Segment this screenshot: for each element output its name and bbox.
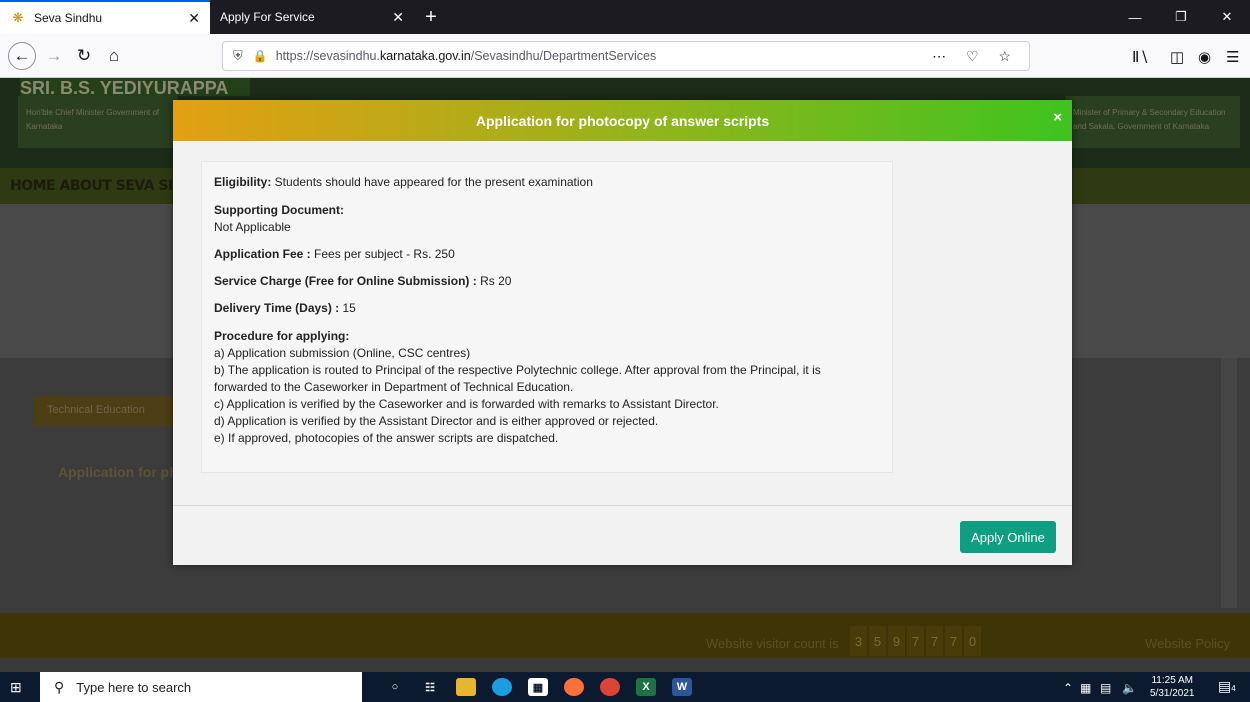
visitor-digit: 9 — [888, 626, 905, 656]
clock-time: 11:25 AM — [1151, 675, 1193, 686]
visitor-digit: 5 — [869, 626, 886, 656]
sidebar-icon[interactable]: ◫ — [1170, 48, 1184, 66]
close-window-icon[interactable]: ✕ — [1204, 0, 1250, 34]
visitor-digit: 7 — [907, 626, 924, 656]
network-icon[interactable]: ▤ — [1100, 681, 1111, 695]
taskbar-clock[interactable]: 11:25 AM 5/31/2021 — [1150, 674, 1195, 700]
procedure-step: forwarded to the Caseworker in Departmen… — [214, 380, 574, 394]
visitor-digit: 7 — [926, 626, 943, 656]
banner-left-name: SRI. B.S. YEDIYURAPPA — [20, 78, 250, 98]
browser-navbar: ← → ↻ ⌂ ⛨ 🔒 https://sevasindhu. karnataka… — [0, 34, 1250, 78]
banner-right-caption: Minister of Primary & Secondary Educatio… — [1065, 96, 1240, 148]
tab-close-icon[interactable]: ✕ — [188, 10, 200, 27]
notification-center-icon[interactable]: ▤4 — [1218, 678, 1236, 696]
task-view-icon[interactable]: ☷ — [420, 678, 440, 696]
department-tab[interactable]: Technical Education — [33, 396, 173, 426]
library-icon[interactable]: Ⅱ∖ — [1132, 48, 1149, 66]
lock-icon[interactable]: 🔒 — [253, 49, 268, 63]
application-fee-value: Fees per subject - Rs. 250 — [310, 247, 455, 261]
account-icon[interactable]: ◉ — [1198, 48, 1211, 66]
procedure-step: b) The application is routed to Principa… — [214, 363, 821, 377]
url-path: /Sevasindhu/DepartmentServices — [470, 49, 657, 63]
delivery-time-label: Delivery Time (Days) : — [214, 301, 340, 315]
banner-left-caption: Hon'ble Chief Minister Government of Kar… — [18, 96, 178, 148]
browser-tabbar: ❋ Seva Sindhu ✕ Apply For Service ✕ + — [0, 0, 1250, 34]
visitor-digit: 0 — [964, 626, 981, 656]
service-charge-value: Rs 20 — [476, 274, 512, 288]
tracking-shield-icon[interactable]: ⛨ — [233, 48, 243, 64]
website-policy-link[interactable]: Website Policy — [1145, 636, 1230, 651]
delivery-time-value: 15 — [339, 301, 356, 315]
visitor-count-label: Website visitor count is — [706, 636, 839, 651]
service-info-modal: Application for photocopy of answer scri… — [173, 100, 1072, 565]
eligibility-label: Eligibility: — [214, 175, 272, 189]
procedure-label: Procedure for applying: — [214, 329, 350, 343]
search-icon: ⚲ — [54, 678, 65, 695]
taskbar-search-placeholder: Type here to search — [76, 679, 192, 695]
procedure-step: d) Application is verified by the Assist… — [214, 414, 659, 428]
menu-icon[interactable]: ☰ — [1226, 48, 1239, 66]
edge-icon[interactable] — [492, 678, 512, 696]
eligibility-line: Eligibility: Students should have appear… — [214, 175, 593, 189]
procedure-step: e) If approved, photocopies of the answe… — [214, 431, 559, 445]
modal-close-icon[interactable]: × — [1053, 109, 1062, 126]
tab-apply-for-service[interactable]: Apply For Service ✕ — [210, 0, 414, 34]
file-explorer-icon[interactable] — [456, 678, 476, 696]
excel-icon[interactable]: X — [636, 678, 656, 696]
application-fee-line: Application Fee : Fees per subject - Rs.… — [214, 247, 455, 261]
url-bar[interactable]: ⛨ 🔒 https://sevasindhu. karnataka.gov.in /… — [222, 41, 1030, 71]
volume-icon[interactable]: 🔈 — [1122, 681, 1137, 695]
service-charge-label: Service Charge (Free for Online Submissi… — [214, 274, 477, 288]
modal-header: Application for photocopy of answer scri… — [173, 100, 1072, 141]
page-actions-icons[interactable]: ⋯ ♡ ☆ — [932, 48, 1019, 65]
visitor-counter: 3 5 9 7 7 7 0 — [850, 626, 981, 656]
modal-footer: Apply Online — [173, 505, 1072, 565]
page-footer — [0, 613, 1250, 658]
clock-date: 5/31/2021 — [1150, 688, 1195, 699]
notification-count: 4 — [1231, 684, 1236, 693]
reload-icon[interactable]: ↻ — [70, 42, 98, 70]
firefox-icon[interactable] — [564, 678, 584, 696]
tab-seva-sindhu[interactable]: ❋ Seva Sindhu ✕ — [0, 0, 210, 34]
windows-taskbar: ⊞ ⚲ Type here to search ○ ☷ ▦ X W ⌃ ▦ ▤ … — [0, 672, 1250, 702]
application-fee-label: Application Fee : — [214, 247, 311, 261]
delivery-time-line: Delivery Time (Days) : 15 — [214, 301, 356, 315]
seva-sindhu-favicon-icon: ❋ — [12, 10, 24, 25]
apply-online-button[interactable]: Apply Online — [960, 521, 1056, 553]
tab-title: Apply For Service — [220, 10, 315, 24]
word-icon[interactable]: W — [672, 678, 692, 696]
modal-title: Application for photocopy of answer scri… — [475, 112, 770, 129]
chrome-icon[interactable] — [600, 678, 620, 696]
procedure-step: a) Application submission (Online, CSC c… — [214, 346, 471, 360]
url-prefix: https://sevasindhu. — [275, 49, 380, 63]
back-icon[interactable]: ← — [8, 42, 36, 70]
modal-body: Eligibility: Students should have appear… — [173, 141, 1072, 506]
eligibility-value: Students should have appeared for the pr… — [271, 175, 593, 189]
procedure-step: c) Application is verified by the Casewo… — [214, 397, 719, 411]
tray-app-icon[interactable]: ▦ — [1080, 681, 1091, 695]
windows-start-icon[interactable]: ⊞ — [10, 679, 22, 696]
tab-close-icon[interactable]: ✕ — [392, 9, 404, 26]
cortana-icon[interactable]: ○ — [385, 678, 405, 696]
page-scrollbar[interactable] — [1221, 358, 1237, 608]
restore-icon[interactable]: ❐ — [1158, 0, 1204, 34]
supporting-document-label: Supporting Document: — [214, 203, 344, 217]
minimize-icon[interactable]: — — [1112, 0, 1158, 34]
tab-title: Seva Sindhu — [34, 11, 103, 25]
new-tab-button[interactable]: + — [414, 0, 448, 34]
visitor-digit: 7 — [945, 626, 962, 656]
visitor-digit: 3 — [850, 626, 867, 656]
show-hidden-icons-icon[interactable]: ⌃ — [1063, 681, 1073, 695]
forward-icon[interactable]: → — [40, 42, 68, 70]
url-host: karnataka.gov.in — [379, 49, 471, 63]
store-icon[interactable]: ▦ — [528, 678, 548, 696]
taskbar-search-box[interactable]: ⚲ Type here to search — [40, 672, 362, 702]
home-icon[interactable]: ⌂ — [100, 42, 128, 70]
service-charge-line: Service Charge (Free for Online Submissi… — [214, 274, 511, 288]
supporting-document-value: Not Applicable — [214, 220, 291, 234]
